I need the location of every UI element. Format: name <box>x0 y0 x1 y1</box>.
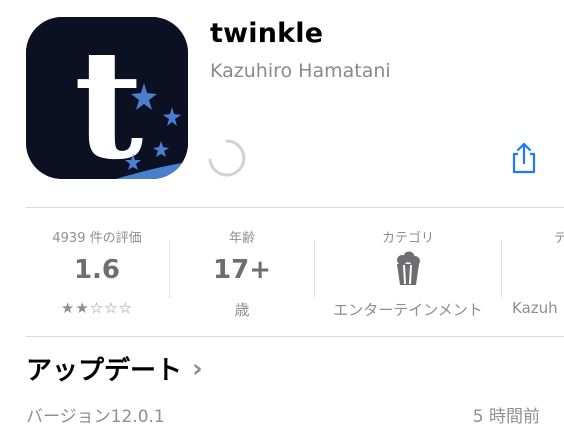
developer-info[interactable]: デ Kazuh <box>502 207 564 335</box>
age-label: 年齢 <box>228 231 255 246</box>
app-icon: t <box>26 17 188 179</box>
update-time: 5 時間前 <box>472 407 540 427</box>
share-icon <box>512 142 536 174</box>
divider-bottom <box>26 336 564 337</box>
category-value: エンターテインメント <box>333 301 483 319</box>
category-info[interactable]: カテゴリ エンターテインメント <box>315 207 501 335</box>
age-info[interactable]: 年齢 17+ 歳 <box>170 207 314 335</box>
rating-value: 1.6 <box>73 255 121 285</box>
developer-value: Kazuh <box>512 299 558 317</box>
app-title: twinkle <box>210 18 324 49</box>
version-label: バージョン12.0.1 <box>26 407 165 427</box>
updates-section-link[interactable]: アップデート › <box>26 350 203 387</box>
loading-spinner <box>207 138 247 178</box>
updates-heading: アップデート <box>26 356 183 386</box>
developer-label: デ <box>554 231 564 246</box>
age-value: 17+ <box>213 255 271 285</box>
chevron-right-icon: › <box>192 353 203 384</box>
rating-stars: ★★☆☆☆ <box>60 299 134 317</box>
share-button[interactable] <box>506 140 542 176</box>
ratings-count-label: 4939 件の評価 <box>52 231 142 246</box>
category-label: カテゴリ <box>381 231 434 246</box>
developer-link[interactable]: Kazuhiro Hamatani <box>210 60 391 82</box>
ratings-info[interactable]: 4939 件の評価 1.6 ★★☆☆☆ <box>26 207 168 335</box>
popcorn-icon <box>397 251 420 285</box>
age-sub-label: 歳 <box>234 301 250 319</box>
